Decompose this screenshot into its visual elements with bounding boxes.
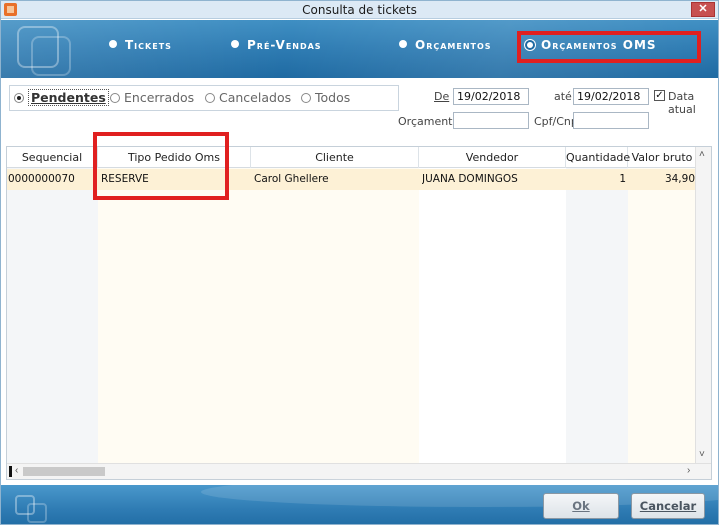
close-button[interactable]: ✕ <box>691 2 715 17</box>
logo-icon-secondary <box>31 36 71 76</box>
ok-button[interactable]: Ok <box>543 493 619 519</box>
nav-radio-label: Orçamentos <box>415 38 492 52</box>
cell-valor-bruto: 34,90 <box>664 173 695 185</box>
nav-radio-label: Tickets <box>125 38 172 52</box>
vertical-scrollbar[interactable]: ˄ ˅ <box>695 147 711 465</box>
cell-sequencial: 0000000070 <box>8 173 75 185</box>
horizontal-scrollbar[interactable]: ‹ › <box>7 463 711 479</box>
orcamento-label: Orçamento <box>398 115 460 128</box>
cancel-button-label: Cancelar <box>639 499 697 513</box>
nav-radio-pre-vendas[interactable]: Pré-Vendas <box>231 38 322 54</box>
column-background <box>98 168 251 463</box>
scroll-down-arrow-icon[interactable]: ˅ <box>699 449 705 460</box>
status-radio-cancelados[interactable]: Cancelados <box>205 90 291 106</box>
highlight-box-tipo-pedido-oms <box>93 132 229 200</box>
cpf-cnpj-field[interactable] <box>573 112 649 129</box>
status-radio-encerrados[interactable]: Encerrados <box>110 90 194 106</box>
cell-quantidade: 1 <box>619 173 626 185</box>
current-date-checkbox[interactable]: ✓ <box>654 90 665 101</box>
radio-dot-icon <box>109 40 117 48</box>
column-header-valor-bruto[interactable]: Valor bruto <box>628 147 697 168</box>
highlight-box-orcamentos-oms <box>517 31 701 63</box>
status-radio-label: Cancelados <box>219 90 292 105</box>
row-indicator-icon <box>9 466 12 477</box>
window-title: Consulta de tickets <box>302 3 417 17</box>
scroll-right-arrow-icon[interactable]: › <box>687 465 690 476</box>
date-from-field[interactable] <box>453 88 529 105</box>
consulta-tickets-window: Consulta de tickets ✕ Tickets Pré-Vendas… <box>0 0 719 525</box>
radio-icon <box>205 93 215 103</box>
status-radio-label: Encerrados <box>124 90 195 105</box>
cell-vendedor: JUANA DOMINGOS <box>422 173 518 185</box>
cell-cliente: Carol Ghellere <box>254 173 329 185</box>
column-background <box>628 168 697 463</box>
cancel-button[interactable]: Cancelar <box>631 493 705 519</box>
date-from-label: De <box>434 90 450 103</box>
radio-icon <box>301 93 311 103</box>
nav-radio-orcamentos[interactable]: Orçamentos <box>399 38 492 54</box>
column-header-quantidade[interactable]: Quantidade <box>566 147 630 168</box>
current-date-label: Data atual <box>668 90 696 116</box>
column-background <box>566 168 628 463</box>
column-background <box>7 168 98 463</box>
radio-dot-icon <box>399 40 407 48</box>
status-radio-label: Todos <box>315 90 351 105</box>
nav-radio-tickets[interactable]: Tickets <box>109 38 172 54</box>
logo-icon-secondary <box>27 503 47 523</box>
radio-icon <box>110 93 120 103</box>
footer-band: Ok Cancelar <box>1 477 718 524</box>
scroll-up-arrow-icon[interactable]: ˄ <box>699 149 705 160</box>
status-radio-label: Pendentes <box>28 89 109 106</box>
scroll-left-arrow-icon[interactable]: ‹ <box>15 465 18 476</box>
column-background <box>251 168 419 463</box>
radio-dot-icon <box>231 40 239 48</box>
nav-radio-label: Pré-Vendas <box>247 38 322 52</box>
date-to-label: até <box>554 90 572 103</box>
status-radio-todos[interactable]: Todos <box>301 90 350 106</box>
scroll-thumb[interactable] <box>23 467 105 476</box>
ok-button-label: Ok <box>572 499 590 513</box>
column-background <box>419 168 566 463</box>
column-header-sequencial[interactable]: Sequencial <box>7 147 98 168</box>
column-header-cliente[interactable]: Cliente <box>251 147 419 168</box>
date-to-field[interactable] <box>573 88 649 105</box>
status-radio-pendentes[interactable]: Pendentes <box>14 89 109 106</box>
title-bar: Consulta de tickets ✕ <box>1 1 718 19</box>
orcamento-field[interactable] <box>453 112 529 129</box>
column-header-vendedor[interactable]: Vendedor <box>419 147 566 168</box>
radio-selected-icon <box>14 93 24 103</box>
